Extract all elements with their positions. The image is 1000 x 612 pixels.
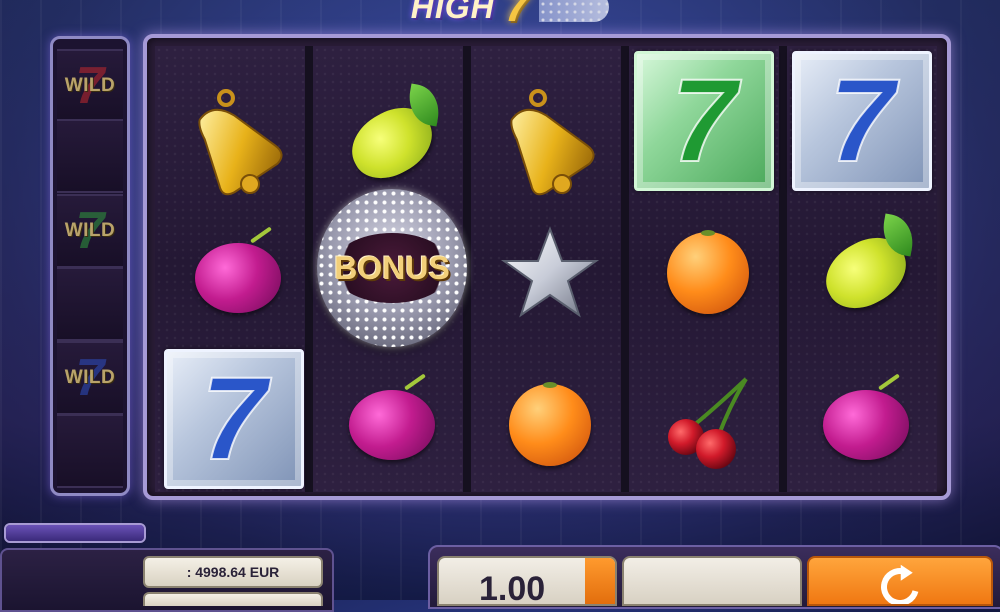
bonus-label: BONUS bbox=[334, 249, 450, 286]
bell-icon bbox=[198, 88, 283, 195]
reels-frame: 7 BONUS 7 7 bbox=[143, 34, 951, 500]
wild-column: 7 WILD 7 WILD 7 WILD bbox=[50, 36, 130, 496]
wild-slot-empty bbox=[57, 414, 123, 488]
wild-badge: 7 WILD bbox=[60, 58, 120, 114]
plum-icon bbox=[823, 372, 909, 460]
info-display bbox=[622, 556, 802, 606]
balance-display: : 4998.64 EUR bbox=[143, 556, 323, 588]
wild-slot-1: 7 WILD bbox=[57, 49, 123, 123]
spin-button[interactable] bbox=[807, 556, 993, 606]
progress-bar bbox=[4, 523, 146, 543]
wild-label: WILD bbox=[64, 367, 116, 388]
plum-icon bbox=[195, 225, 281, 313]
wild-slot-2: 7 WILD bbox=[57, 194, 123, 268]
wild-slot-empty bbox=[57, 119, 123, 193]
reel-4-cell-3 bbox=[633, 350, 783, 496]
reel-5-cell-1: 7 bbox=[787, 46, 937, 195]
reel-5-cell-2 bbox=[791, 198, 941, 347]
wild-badge: 7 WILD bbox=[60, 350, 120, 406]
reel-1-cell-1 bbox=[163, 68, 313, 217]
game-logo: HIGH 7 bbox=[380, 0, 640, 31]
reel-3-cell-2 bbox=[475, 198, 625, 347]
lemon-icon bbox=[814, 213, 918, 320]
bonus-symbol: BONUS bbox=[317, 189, 467, 347]
wild-slot-empty bbox=[57, 267, 123, 341]
seven-blue-tile: 7 bbox=[164, 348, 304, 489]
reel-1-cell-3: 7 bbox=[159, 344, 309, 493]
seven-green-tile: 7 bbox=[634, 50, 774, 191]
cherries-icon bbox=[668, 377, 748, 469]
reel-5-cell-3 bbox=[791, 350, 941, 496]
logo-text: HIGH bbox=[410, 0, 495, 25]
seven-blue-tile: 7 bbox=[792, 50, 932, 191]
orange-icon bbox=[509, 381, 591, 466]
reel-2-cell-2[interactable]: BONUS bbox=[317, 188, 467, 348]
star-icon bbox=[500, 225, 600, 317]
spin-icon bbox=[874, 561, 926, 604]
bet-arrow-button[interactable] bbox=[585, 558, 615, 604]
reel-2-cell-3 bbox=[317, 350, 467, 496]
bell-icon bbox=[510, 88, 595, 195]
reel-3-cell-1 bbox=[475, 68, 625, 217]
seven-glyph: 7 bbox=[670, 54, 738, 187]
reel-1-cell-2 bbox=[163, 203, 313, 352]
balance-text: : 4998.64 EUR bbox=[186, 564, 280, 580]
balance-label-area bbox=[8, 556, 138, 588]
lemon-icon bbox=[340, 83, 444, 190]
progress-fill bbox=[6, 525, 144, 541]
seven-glyph: 7 bbox=[200, 352, 268, 485]
orange-icon bbox=[667, 229, 749, 314]
reel-4-cell-1: 7 bbox=[629, 46, 779, 195]
reel-3-cell-3 bbox=[475, 350, 625, 496]
seven-glyph: 7 bbox=[828, 54, 896, 187]
secondary-display bbox=[143, 592, 323, 606]
reel-4-cell-2 bbox=[633, 198, 783, 347]
wild-badge: 7 WILD bbox=[60, 203, 120, 259]
wild-slot-3: 7 WILD bbox=[57, 341, 123, 415]
logo-glitter bbox=[539, 0, 610, 22]
bet-selector[interactable]: 1.00 bbox=[437, 556, 617, 606]
wild-label: WILD bbox=[64, 75, 116, 96]
plum-icon bbox=[349, 372, 435, 460]
logo-seven: 7 bbox=[504, 0, 530, 31]
bonus-inner: BONUS bbox=[332, 233, 452, 303]
bet-value: 1.00 bbox=[479, 570, 546, 606]
wild-label: WILD bbox=[64, 220, 116, 241]
